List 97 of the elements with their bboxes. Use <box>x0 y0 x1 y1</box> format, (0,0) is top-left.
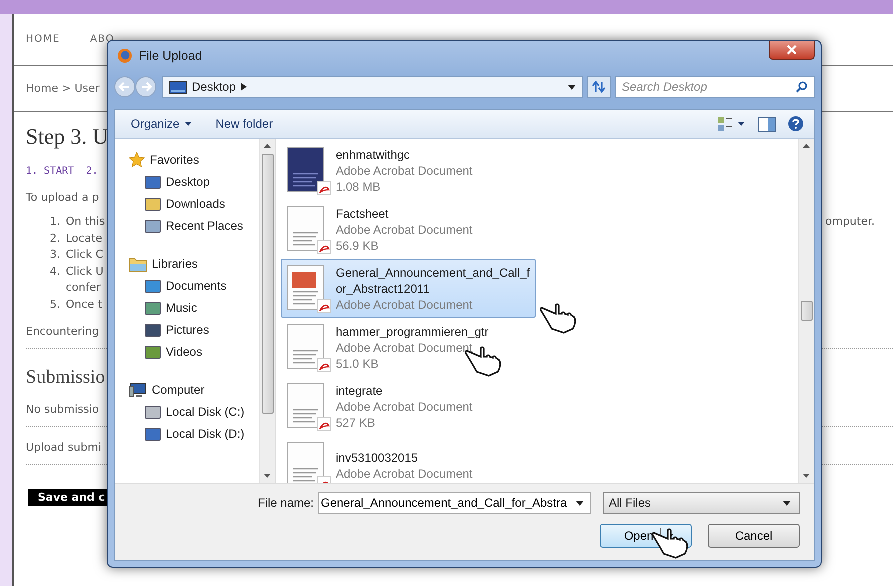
file-name: integrate <box>336 382 384 398</box>
list-text: Locate <box>66 230 103 246</box>
nav-item[interactable]: Videos <box>129 341 259 363</box>
nav-link[interactable]: HOME <box>26 34 60 45</box>
nav-item[interactable]: Desktop <box>129 171 259 193</box>
list-number: 4. <box>50 264 62 280</box>
caret-icon <box>184 122 192 126</box>
section-heading: Submissio <box>26 367 106 389</box>
location-icon <box>145 174 161 190</box>
scroll-down-icon[interactable] <box>264 474 271 478</box>
intro-text: To upload a p <box>26 190 100 204</box>
file-item[interactable]: hammer_programmieren_gtr Adobe Acrobat Document 51.0 KB <box>281 318 536 377</box>
address-bar[interactable]: Desktop <box>162 76 583 98</box>
list-number: 2. <box>50 230 62 246</box>
cancel-button[interactable]: Cancel <box>708 524 800 548</box>
location-icon <box>145 344 161 360</box>
file-name: General_Announcement_and_Call_for_Abstract12011 <box>336 264 532 296</box>
nav-item[interactable]: Documents <box>129 275 259 297</box>
nav-group-item[interactable]: Libraries <box>129 253 259 275</box>
desktop-icon <box>169 80 187 94</box>
preview-pane-icon[interactable] <box>758 116 776 132</box>
app-icon <box>117 48 133 64</box>
list-number: 5. <box>50 296 62 312</box>
upload-label: Upload submi <box>26 440 102 454</box>
scrollbar-thumb[interactable] <box>262 154 274 414</box>
nav-item[interactable]: Downloads <box>129 193 259 215</box>
file-item[interactable]: General_Announcement_and_Call_for_Abstract12011 Adobe Acrobat Document <box>281 259 536 318</box>
file-item[interactable]: enhmatwithgc Adobe Acrobat Document 1.08 MB <box>281 141 536 200</box>
location-icon <box>145 218 161 234</box>
file-size: 56.9 KB <box>336 238 380 254</box>
file-type: Adobe Acrobat Document <box>336 398 474 414</box>
file-type: Adobe Acrobat Document <box>336 162 474 178</box>
list-text: Click U <box>66 264 104 280</box>
list-text: Click C <box>66 247 104 263</box>
list-text: omputer. <box>826 214 875 230</box>
file-name: hammer_programmieren_gtr <box>336 324 490 340</box>
nav-group-item[interactable]: Favorites <box>129 149 259 171</box>
list-text: On this <box>66 214 106 230</box>
file-type: Adobe Acrobat Document <box>336 466 474 482</box>
help-icon[interactable] <box>788 116 804 132</box>
location-icon <box>145 278 161 294</box>
file-type: Adobe Acrobat Document <box>336 222 474 238</box>
list-number: 1. <box>50 214 62 230</box>
close-icon <box>787 45 797 55</box>
star-icon <box>129 152 145 168</box>
nav-group-item[interactable]: Computer <box>129 379 259 401</box>
scroll-down-icon[interactable] <box>803 474 810 478</box>
location-icon <box>145 404 161 420</box>
computer-icon <box>129 382 147 398</box>
file-item[interactable]: Factsheet Adobe Acrobat Document 56.9 KB <box>281 200 536 259</box>
dropdown-icon <box>576 501 584 506</box>
help-text: Encountering <box>26 324 100 338</box>
page-heading: Step 3. U <box>26 124 108 150</box>
file-name-field[interactable]: General_Announcement_and_Call_for_Abstra <box>318 492 591 514</box>
breadcrumb-arrow-icon <box>241 83 248 91</box>
file-name: inv5310032015 <box>336 450 420 466</box>
scroll-up-icon[interactable] <box>803 144 810 148</box>
list-text: Once t <box>66 296 102 312</box>
organize-button[interactable]: Organize <box>125 115 198 133</box>
breadcrumb: Home > User <box>26 82 100 95</box>
scrollbar-thumb[interactable] <box>800 301 812 321</box>
new-folder-button[interactable]: New folder <box>210 115 280 133</box>
dropdown-icon <box>783 500 791 506</box>
file-type-select[interactable]: All Files <box>603 492 800 514</box>
location-icon <box>145 426 161 442</box>
nav-item[interactable]: Local Disk (C:) <box>129 401 259 423</box>
list-number: 3. <box>50 247 62 263</box>
location-icon <box>145 322 161 338</box>
nav-item[interactable]: Pictures <box>129 319 259 341</box>
nav-item[interactable]: Music <box>129 297 259 319</box>
refresh-icon <box>592 81 606 93</box>
nav-item[interactable]: Local Disk (D:) <box>129 423 259 445</box>
status-text: No submissio <box>26 402 100 416</box>
file-name-label: File name: <box>258 496 314 510</box>
list-text: confer <box>66 280 101 296</box>
file-item[interactable]: integrate Adobe Acrobat Document 527 KB <box>281 377 536 436</box>
search-icon <box>796 81 808 93</box>
file-item[interactable]: inv5310032015 Adobe Acrobat Document <box>281 436 536 483</box>
file-name: enhmatwithgc <box>336 146 412 162</box>
file-type: Adobe Acrobat Document <box>336 340 474 356</box>
search-field[interactable]: Search Desktop <box>615 76 815 98</box>
file-name: Factsheet <box>336 206 390 222</box>
file-size: 1.08 MB <box>336 178 382 194</box>
dropdown-icon <box>568 84 576 90</box>
view-options-icon[interactable] <box>718 117 746 131</box>
location-icon <box>145 196 161 212</box>
close-button[interactable] <box>769 41 815 60</box>
step-links: 1. START 2. <box>26 166 98 177</box>
refresh-button[interactable] <box>587 76 611 98</box>
nav-item[interactable]: Recent Places <box>129 215 259 237</box>
folder-icon <box>129 256 147 272</box>
file-type: Adobe Acrobat Document <box>336 296 474 312</box>
location-icon <box>145 300 161 316</box>
scroll-up-icon[interactable] <box>264 144 271 148</box>
file-size: 527 KB <box>336 414 376 430</box>
file-size: 51.0 KB <box>336 356 380 372</box>
window-title: File Upload <box>139 49 202 63</box>
